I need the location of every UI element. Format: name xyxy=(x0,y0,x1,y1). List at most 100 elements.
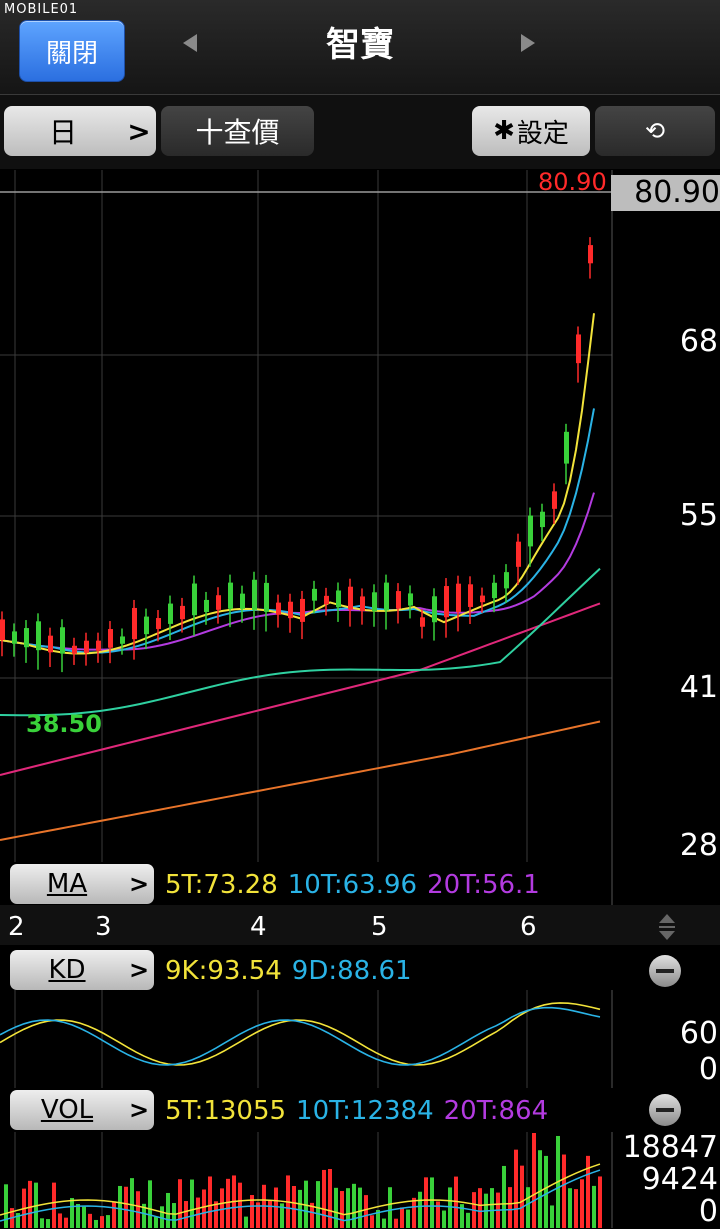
candle-body xyxy=(576,334,581,364)
d-value: 9D:88.61 xyxy=(291,956,412,986)
kd-y-axis-label: 60 xyxy=(679,1016,718,1051)
candle-body xyxy=(288,601,293,619)
candle-body xyxy=(540,511,545,528)
volume-bar xyxy=(574,1189,578,1228)
chevron-right-icon: > xyxy=(128,870,150,898)
volume-bar xyxy=(400,1207,404,1228)
settings-label: 設定 xyxy=(516,118,569,149)
candle-body xyxy=(384,582,389,611)
volume-bar xyxy=(46,1219,50,1228)
x-axis-label: 4 xyxy=(250,912,267,942)
candle-body xyxy=(528,515,533,547)
volume-bar xyxy=(238,1182,242,1228)
volume-bar xyxy=(184,1201,188,1228)
volume-bar xyxy=(244,1216,248,1228)
y-axis-label: 41 xyxy=(679,670,718,705)
volume-bar xyxy=(388,1187,392,1228)
volume-bar xyxy=(208,1176,212,1228)
volume-bar xyxy=(58,1213,62,1228)
ma-values: 5T:73.28 10T:63.96 20T:56.1 xyxy=(165,870,610,900)
volume-bar xyxy=(298,1189,302,1228)
candle-body xyxy=(84,640,89,653)
minus-icon xyxy=(656,969,674,973)
volume-bar xyxy=(568,1188,572,1228)
volume-bar xyxy=(130,1178,134,1228)
volume-bar xyxy=(580,1179,584,1228)
remove-vol-button[interactable] xyxy=(649,1094,681,1126)
candle-body xyxy=(552,491,557,509)
volume-bar xyxy=(502,1165,506,1228)
rotate-icon: ⟲ xyxy=(644,117,666,145)
ma10-line xyxy=(0,408,595,654)
ma-indicator-button[interactable]: MA > xyxy=(10,864,154,904)
vol5-value: 5T:13055 xyxy=(165,1096,287,1126)
candle-body xyxy=(12,631,17,644)
candle-body xyxy=(408,593,413,606)
x-axis-label: 2 xyxy=(8,912,25,942)
chevron-right-icon: > xyxy=(128,1096,150,1124)
volume-bar xyxy=(364,1195,368,1228)
volume-bar xyxy=(274,1187,278,1228)
candle-body xyxy=(300,598,305,622)
stock-title: 智寶 xyxy=(326,25,394,65)
ma10-value: 10T:63.96 xyxy=(287,870,418,900)
volume-bar xyxy=(88,1213,92,1228)
resize-handle-icon[interactable] xyxy=(657,912,677,942)
candle-body xyxy=(192,583,197,616)
candle-body xyxy=(372,592,377,612)
close-button[interactable]: 關閉 xyxy=(19,20,125,82)
volume-bar xyxy=(562,1154,566,1228)
candle-body xyxy=(144,616,149,635)
remove-kd-button[interactable] xyxy=(649,955,681,987)
candle-body xyxy=(456,583,461,613)
volume-bar xyxy=(346,1188,350,1228)
volume-bar xyxy=(196,1197,200,1228)
candle-body xyxy=(588,245,593,264)
candle-body xyxy=(420,617,425,627)
volume-bar xyxy=(70,1198,74,1228)
period-select-button[interactable]: 日 > xyxy=(4,106,156,156)
volume-bar xyxy=(490,1188,494,1228)
volume-bar xyxy=(442,1210,446,1228)
vol-indicator-button[interactable]: VOL > xyxy=(10,1090,154,1130)
candle-body xyxy=(108,629,113,648)
vol-y-axis-label: 18847 xyxy=(622,1130,718,1165)
volume-bar xyxy=(466,1212,470,1228)
volume-bar xyxy=(268,1200,272,1228)
next-stock-arrow-icon[interactable] xyxy=(521,34,535,52)
candle-body xyxy=(312,588,317,601)
volume-bar xyxy=(352,1183,356,1228)
vol-label: VOL xyxy=(40,1095,94,1125)
crosshair-price-button[interactable]: 十查價 xyxy=(161,106,314,156)
ma-60-line xyxy=(0,602,601,776)
candle-body xyxy=(480,595,485,603)
rotate-screen-button[interactable]: ⟲ xyxy=(595,106,715,156)
price-low-label: 38.50 xyxy=(26,710,102,738)
volume-bar xyxy=(82,1206,86,1228)
candle-body xyxy=(360,596,365,611)
period-label: 日 xyxy=(48,116,77,149)
prev-stock-arrow-icon[interactable] xyxy=(183,34,197,52)
volume-bar xyxy=(136,1191,140,1228)
volume-bar xyxy=(340,1191,344,1228)
candle-body xyxy=(564,431,569,464)
volume-bar xyxy=(598,1176,602,1228)
candle-body xyxy=(252,579,257,610)
volume-bar xyxy=(508,1187,512,1228)
volume-bar xyxy=(544,1155,548,1228)
volume-bar xyxy=(478,1188,482,1228)
candle-body xyxy=(228,582,233,609)
volume-bar xyxy=(514,1149,518,1228)
x-axis-label: 5 xyxy=(371,912,388,942)
d-line xyxy=(0,1006,601,1066)
candle-body xyxy=(48,635,53,653)
volume-bar xyxy=(202,1189,206,1228)
candle-body xyxy=(120,636,125,644)
minus-icon xyxy=(656,1108,674,1112)
candle-body xyxy=(348,586,353,610)
volume-bar xyxy=(76,1203,80,1228)
settings-button[interactable]: ✱ 設定 xyxy=(472,106,590,156)
kd-indicator-button[interactable]: KD > xyxy=(10,950,154,990)
volume-bar xyxy=(334,1187,338,1228)
candle-body xyxy=(180,605,185,620)
